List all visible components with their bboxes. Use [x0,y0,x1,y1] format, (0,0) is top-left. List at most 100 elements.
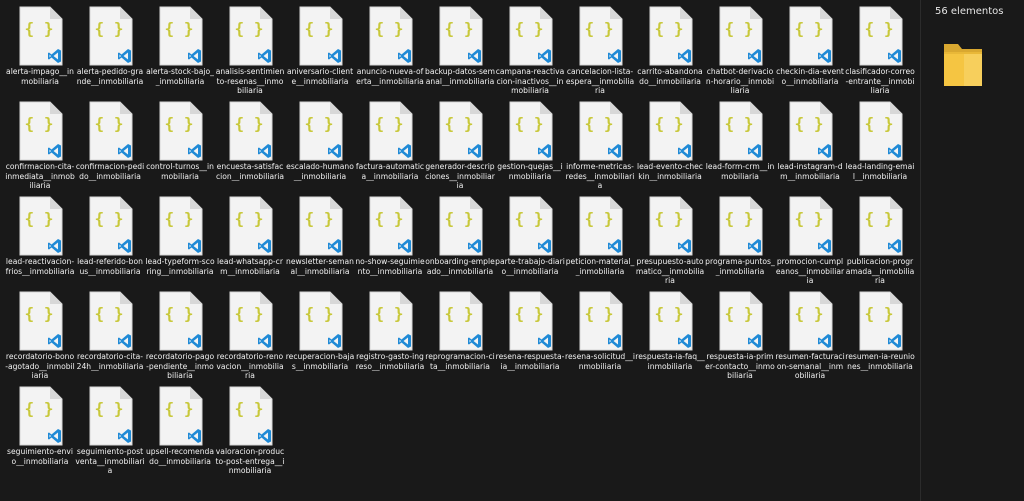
file-item[interactable]: { } lead-reactivacion-frios__inmobiliari… [5,196,75,291]
vscode-json-file-icon: { } [367,196,413,256]
file-item[interactable]: { } respuesta-ia-primer-contacto__inmobi… [705,291,775,386]
file-item[interactable]: { } recordatorio-cita-24h__inmobiliaria [75,291,145,386]
svg-text:{ }: { } [445,304,474,323]
file-item[interactable]: { } lead-form-crm__inmobiliaria [705,101,775,196]
file-item[interactable]: { } confirmacion-cita-inmediata__inmobil… [5,101,75,196]
file-name-label: analisis-sentimiento-resenas__inmobiliar… [215,67,285,95]
file-item[interactable]: { } no-show-seguimiento__inmobiliaria [355,196,425,291]
folder-icon [942,40,984,90]
file-item[interactable]: { } alerta-pedido-grande__inmobiliaria [75,6,145,101]
vscode-json-file-icon: { } [437,101,483,161]
file-item[interactable]: { } analisis-sentimiento-resenas__inmobi… [215,6,285,101]
vscode-json-file-icon: { } [157,6,203,66]
file-item[interactable]: { } checkin-dia-evento__inmobiliaria [775,6,845,101]
svg-text:{ }: { } [725,114,754,133]
file-item[interactable]: { } lead-referido-bonus__inmobiliaria [75,196,145,291]
vscode-json-file-icon: { } [157,386,203,446]
file-name-label: control-turnos__inmobiliaria [146,162,214,181]
svg-text:{ }: { } [95,209,124,228]
file-item[interactable]: { } peticion-material__inmobiliaria [565,196,635,291]
file-item[interactable]: { } reprogramacion-cita__inmobiliaria [425,291,495,386]
svg-text:{ }: { } [795,114,824,133]
svg-text:{ }: { } [655,19,684,38]
file-item[interactable]: { } recordatorio-pago-pendiente__inmobil… [145,291,215,386]
file-item[interactable]: { } onboarding-empleado__inmobiliaria [425,196,495,291]
svg-text:{ }: { } [25,19,54,38]
file-item[interactable]: { } anuncio-nueva-oferta__inmobiliaria [355,6,425,101]
details-pane: 56 elementos [921,0,1024,501]
svg-text:{ }: { } [165,19,194,38]
svg-text:{ }: { } [585,304,614,323]
vscode-json-file-icon: { } [87,101,133,161]
file-item[interactable]: { } resena-solicitud__inmobiliaria [565,291,635,386]
file-name-label: lead-landing-email__inmobiliaria [845,162,915,181]
file-item[interactable]: { } respuesta-ia-faq__inmobiliaria [635,291,705,386]
vscode-json-file-icon: { } [297,291,343,351]
svg-text:{ }: { } [725,209,754,228]
vscode-json-file-icon: { } [227,386,273,446]
vscode-json-file-icon: { } [297,196,343,256]
file-name-label: lead-form-crm__inmobiliaria [705,162,775,181]
file-item[interactable]: { } escalado-humano__inmobiliaria [285,101,355,196]
file-item[interactable]: { } lead-instagram-dm__inmobiliaria [775,101,845,196]
file-item[interactable]: { } lead-evento-checkin__inmobiliaria [635,101,705,196]
file-name-label: campana-reactivacion-inactivos__inmobili… [495,67,565,95]
file-item[interactable]: { } generador-descripciones__inmobiliari… [425,101,495,196]
file-item[interactable]: { } backup-datos-semanal__inmobiliaria [425,6,495,101]
svg-text:{ }: { } [725,304,754,323]
file-item[interactable]: { } programa-puntos__inmobiliaria [705,196,775,291]
file-name-label: lead-reactivacion-frios__inmobiliaria [5,257,75,276]
file-item[interactable]: { } campana-reactivacion-inactivos__inmo… [495,6,565,101]
vscode-json-file-icon: { } [787,6,833,66]
file-item[interactable]: { } control-turnos__inmobiliaria [145,101,215,196]
file-item[interactable]: { } valoracion-producto-post-entrega__in… [215,386,285,481]
svg-text:{ }: { } [865,209,894,228]
file-name-label: seguimiento-envio__inmobiliaria [7,447,73,466]
svg-text:{ }: { } [375,114,404,133]
svg-text:{ }: { } [235,19,264,38]
svg-text:{ }: { } [725,19,754,38]
file-item[interactable]: { } recuperacion-bajas__inmobiliaria [285,291,355,386]
file-item[interactable]: { } recordatorio-bono-agotado__inmobilia… [5,291,75,386]
svg-text:{ }: { } [235,209,264,228]
file-item[interactable]: { } lead-typeform-scoring__inmobiliaria [145,196,215,291]
file-item[interactable]: { } newsletter-semanal__inmobiliaria [285,196,355,291]
svg-text:{ }: { } [795,19,824,38]
vscode-json-file-icon: { } [577,196,623,256]
svg-text:{ }: { } [865,114,894,133]
file-item[interactable]: { } cancelacion-lista-espera__inmobiliar… [565,6,635,101]
file-item[interactable]: { } encuesta-satisfaccion__inmobiliaria [215,101,285,196]
file-item[interactable]: { } seguimiento-envio__inmobiliaria [5,386,75,481]
file-item[interactable]: { } registro-gasto-ingreso__inmobiliaria [355,291,425,386]
file-item[interactable]: { } publicacion-programada__inmobiliaria [845,196,915,291]
file-item[interactable]: { } aniversario-cliente__inmobiliaria [285,6,355,101]
file-item[interactable]: { } gestion-quejas__inmobiliaria [495,101,565,196]
file-item[interactable]: { } lead-whatsapp-crm__inmobiliaria [215,196,285,291]
file-item[interactable]: { } alerta-impago__inmobiliaria [5,6,75,101]
file-item[interactable]: { } chatbot-derivacion-horario__inmobili… [705,6,775,101]
file-item[interactable]: { } confirmacion-pedido__inmobiliaria [75,101,145,196]
file-item[interactable]: { } seguimiento-postventa__inmobiliaria [75,386,145,481]
file-item[interactable]: { } alerta-stock-bajo__inmobiliaria [145,6,215,101]
file-item[interactable]: { } parte-trabajo-diario__inmobiliaria [495,196,565,291]
file-name-label: lead-whatsapp-crm__inmobiliaria [217,257,283,276]
file-item[interactable]: { } presupuesto-automatico__inmobiliaria [635,196,705,291]
file-item[interactable]: { } resena-respuesta-ia__inmobiliaria [495,291,565,386]
file-item[interactable]: { } promocion-cumpleanos__inmobiliaria [775,196,845,291]
file-item[interactable]: { } resumen-ia-reuniones__inmobiliaria [845,291,915,386]
file-item[interactable]: { } upsell-recomendado__inmobiliaria [145,386,215,481]
file-item[interactable]: { } lead-landing-email__inmobiliaria [845,101,915,196]
file-item[interactable]: { } clasificador-correo-entrante__inmobi… [845,6,915,101]
vscode-json-file-icon: { } [647,101,693,161]
file-item[interactable]: { } resumen-facturacion-semanal__inmobil… [775,291,845,386]
file-name-label: lead-instagram-dm__inmobiliaria [777,162,843,181]
file-item[interactable]: { } recordatorio-renovacion__inmobiliari… [215,291,285,386]
file-item[interactable]: { } carrito-abandonado__inmobiliaria [635,6,705,101]
svg-text:{ }: { } [235,304,264,323]
file-item[interactable]: { } informe-metricas-redes__inmobiliaria [565,101,635,196]
file-name-label: no-show-seguimiento__inmobiliaria [355,257,425,276]
vscode-json-file-icon: { } [717,101,763,161]
file-item[interactable]: { } factura-automatica__inmobiliaria [355,101,425,196]
file-name-label: recordatorio-renovacion__inmobiliaria [216,352,284,380]
vscode-json-file-icon: { } [17,196,63,256]
